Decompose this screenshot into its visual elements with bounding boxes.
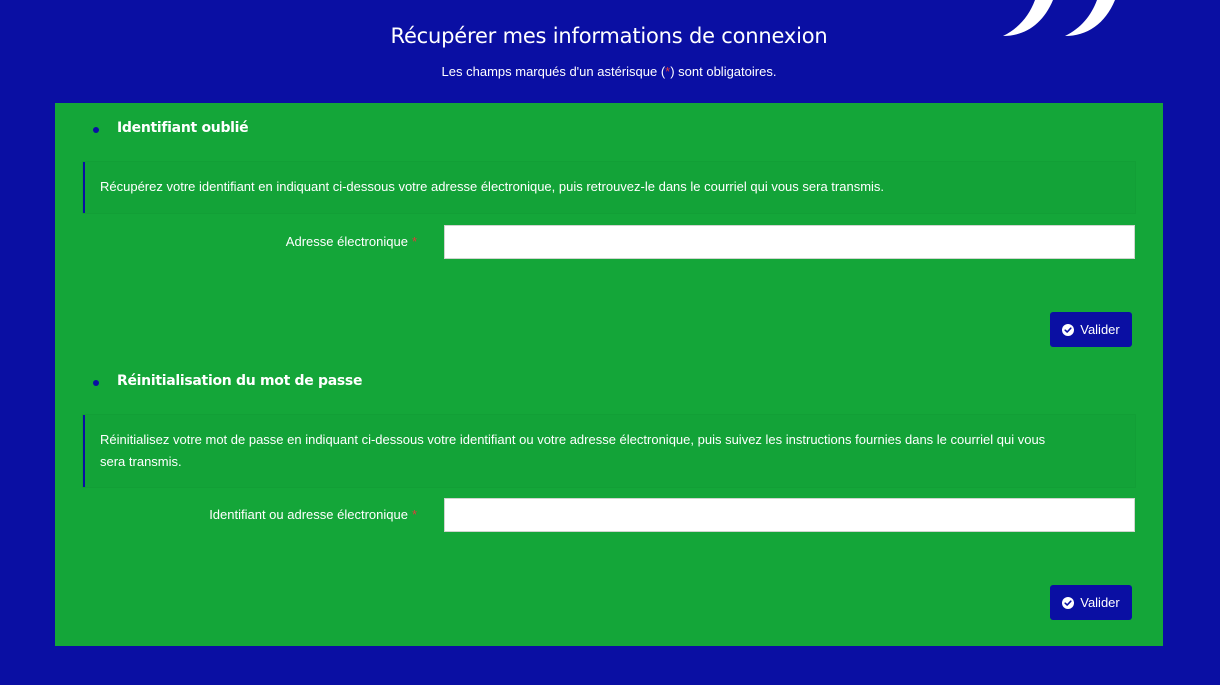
identifier-or-email-label: Identifiant ou adresse électronique * bbox=[209, 507, 417, 522]
validate-identifier-button[interactable]: Valider bbox=[1050, 312, 1132, 347]
section-heading-reset-password: Réinitialisation du mot de passe bbox=[117, 373, 363, 389]
instructions-line-1: Réinitialisez votre mot de passe en indi… bbox=[100, 432, 1046, 447]
email-input[interactable] bbox=[444, 225, 1135, 259]
instructions-line-2: sera transmis. bbox=[100, 454, 182, 469]
check-circle-icon bbox=[1062, 323, 1075, 336]
recovery-panel: Identifiant oublié Récupérez votre ident… bbox=[55, 103, 1163, 646]
validate-reset-button[interactable]: Valider bbox=[1050, 585, 1132, 620]
identifier-or-email-input[interactable] bbox=[444, 498, 1135, 532]
button-label: Valider bbox=[1080, 595, 1120, 610]
subtitle-prefix: Les champs marqués d'un astérisque ( bbox=[441, 64, 666, 79]
button-label: Valider bbox=[1080, 322, 1120, 337]
check-circle-icon bbox=[1062, 596, 1075, 609]
page-title: Récupérer mes informations de connexion bbox=[390, 24, 828, 48]
forgot-identifier-instructions: Récupérez votre identifiant en indiquant… bbox=[83, 162, 1135, 213]
required-fields-note: Les champs marqués d'un astérisque (*) s… bbox=[0, 64, 1218, 79]
required-asterisk: * bbox=[411, 234, 417, 249]
email-field-label: Adresse électronique * bbox=[285, 234, 417, 249]
required-asterisk: * bbox=[411, 507, 417, 522]
section-heading-forgot-identifier: Identifiant oublié bbox=[117, 120, 249, 136]
reset-password-instructions: Réinitialisez votre mot de passe en indi… bbox=[83, 415, 1135, 487]
instructions-text: Récupérez votre identifiant en indiquant… bbox=[100, 179, 885, 194]
subtitle-suffix: ) sont obligatoires. bbox=[670, 64, 777, 79]
